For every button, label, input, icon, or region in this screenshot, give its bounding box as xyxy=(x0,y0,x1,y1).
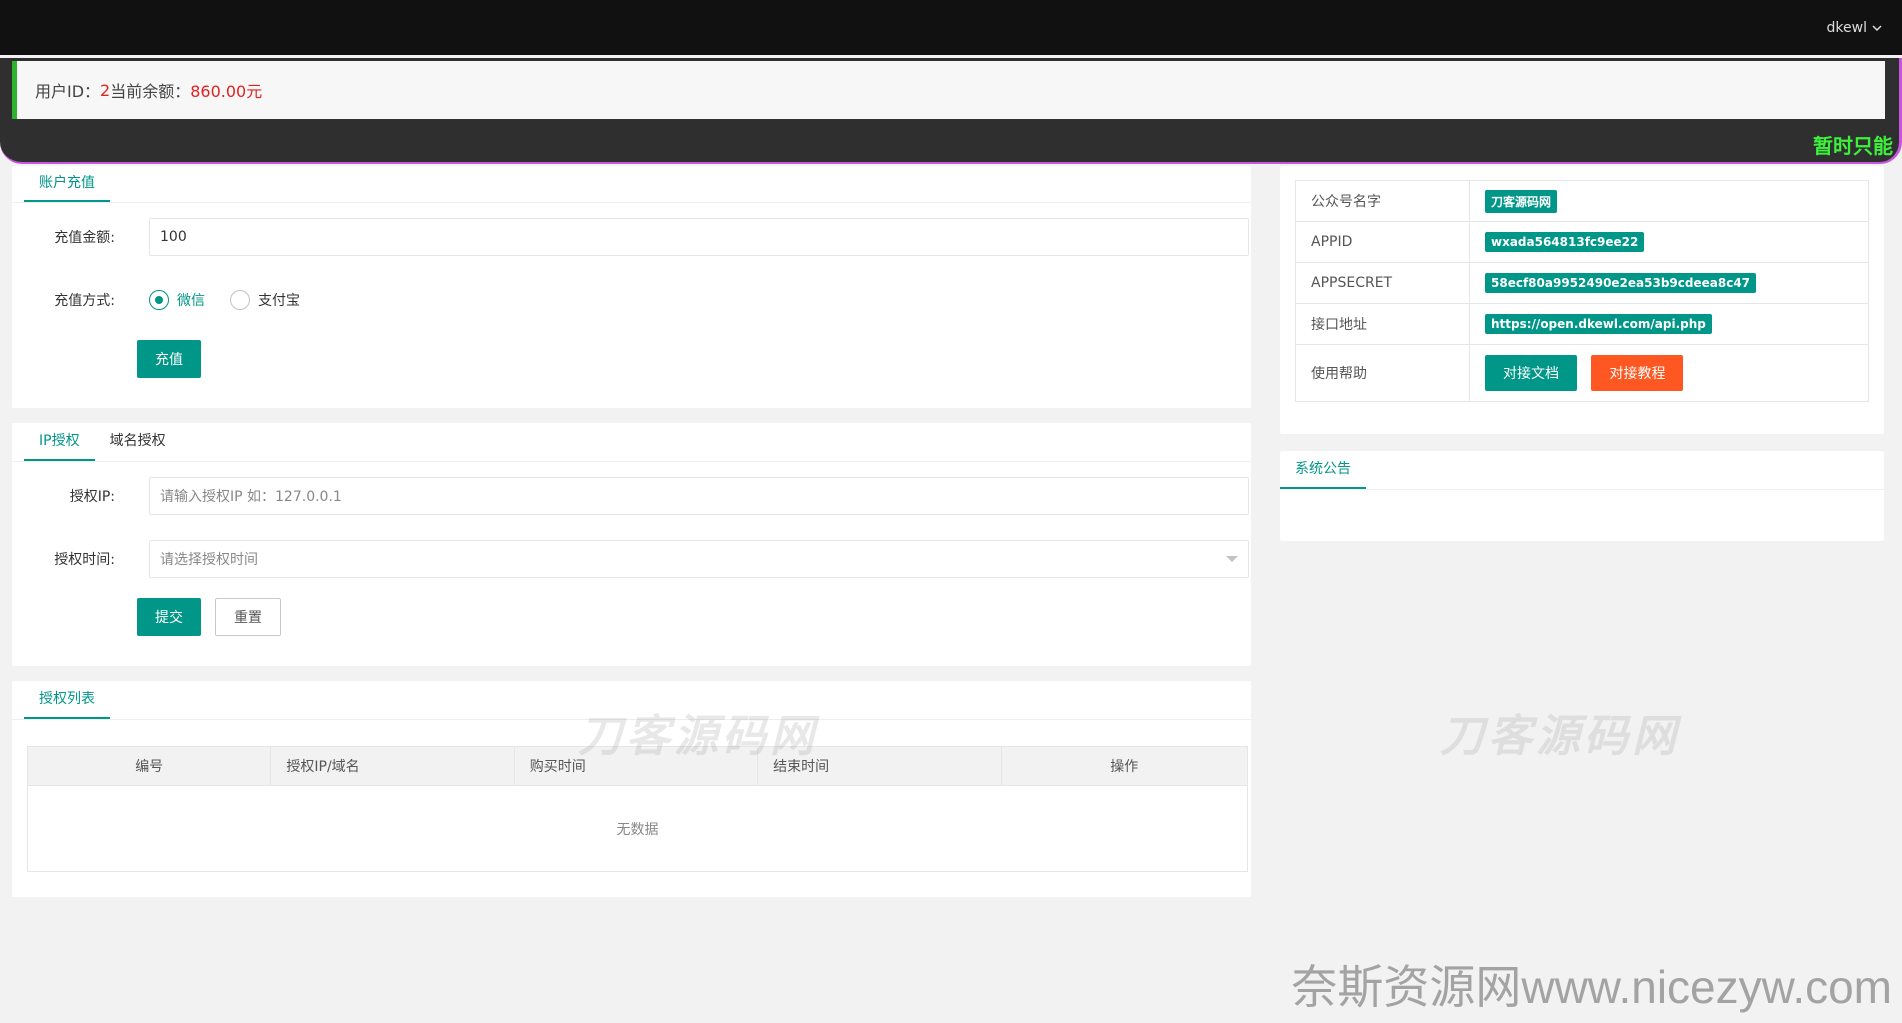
chevron-down-icon xyxy=(1872,24,1882,31)
recharge-card: 账户充值 充值金额: 100 充值方式: 微信 支付宝 充值 xyxy=(12,166,1251,408)
info-key: APPID xyxy=(1295,221,1470,263)
marquee-notice: 暂时只能 xyxy=(1813,134,1893,158)
tab-auth-list[interactable]: 授权列表 xyxy=(24,680,110,719)
info-value-tag: https://open.dkewl.com/api.php xyxy=(1485,314,1712,334)
watermark-bottom: 奈斯资源网www.nicezyw.com xyxy=(1291,961,1892,1013)
balance-label: 当前余额： xyxy=(110,82,191,101)
auth-list-table: 编号 授权IP/域名 购买时间 结束时间 操作 无数据 xyxy=(26,746,1249,872)
radio-alipay[interactable]: 支付宝 xyxy=(230,290,300,310)
info-key: 接口地址 xyxy=(1295,303,1470,345)
info-row: 公众号名字 刀客源码网 xyxy=(1295,180,1869,222)
tab-recharge[interactable]: 账户充值 xyxy=(24,165,110,202)
tab-domain-auth[interactable]: 域名授权 xyxy=(95,422,181,461)
recharge-tab-header: 账户充值 xyxy=(12,166,1251,203)
amount-input[interactable]: 100 xyxy=(149,218,1249,256)
user-info-bar: 用户ID： 2 当前余额： 860.00元 xyxy=(12,61,1885,119)
top-navbar: dkewl xyxy=(0,0,1902,55)
auth-actions: 提交 重置 xyxy=(137,598,281,636)
recharge-button[interactable]: 充值 xyxy=(137,340,201,378)
radio-wechat[interactable]: 微信 xyxy=(149,290,205,310)
amount-row: 充值金额: 100 xyxy=(12,218,1249,256)
amount-label: 充值金额: xyxy=(54,230,115,246)
info-value-cell: wxada564813fc9ee22 xyxy=(1469,221,1869,263)
radio-wechat-label: 微信 xyxy=(177,293,205,309)
info-key: APPSECRET xyxy=(1295,262,1470,304)
uid-value: 2 xyxy=(100,80,111,100)
time-select[interactable]: 请选择授权时间 xyxy=(149,540,1249,578)
info-value-tag: 58ecf80a9952490e2ea53b9cdeea8c47 xyxy=(1485,273,1757,293)
info-row: 接口地址 https://open.dkewl.com/api.php xyxy=(1295,303,1869,345)
col-actions: 操作 xyxy=(1000,746,1249,786)
col-ip-domain: 授权IP/域名 xyxy=(270,746,515,786)
watermark-left: 刀客源码网 xyxy=(578,711,818,762)
authorization-card: IP授权 域名授权 授权IP: 请输入授权IP 如：127.0.0.1 授权时间… xyxy=(12,423,1251,666)
balance-value: 860.00元 xyxy=(190,82,263,101)
uid-label: 用户ID： xyxy=(35,82,101,101)
info-row: APPSECRET 58ecf80a9952490e2ea53b9cdeea8c… xyxy=(1295,262,1869,304)
info-value-cell: 刀客源码网 xyxy=(1469,180,1869,222)
info-value-cell: https://open.dkewl.com/api.php xyxy=(1469,303,1869,345)
table-empty-row: 无数据 xyxy=(27,785,1248,872)
watermark-right: 刀客源码网 xyxy=(1440,711,1680,762)
method-label: 充值方式: xyxy=(54,293,115,309)
time-label: 授权时间: xyxy=(54,552,115,568)
info-row: APPID wxada564813fc9ee22 xyxy=(1295,221,1869,263)
user-menu[interactable]: dkewl xyxy=(1827,0,1882,55)
info-row-help: 使用帮助 对接文档 对接教程 xyxy=(1295,344,1869,402)
doc-button[interactable]: 对接文档 xyxy=(1485,355,1577,391)
method-row: 充值方式: 微信 支付宝 xyxy=(12,281,325,319)
info-key: 使用帮助 xyxy=(1295,344,1470,402)
notice-area: 用户ID： 2 当前余额： 860.00元 暂时只能 xyxy=(0,58,1902,164)
recharge-actions: 充值 xyxy=(137,340,201,378)
username: dkewl xyxy=(1826,19,1867,36)
time-select-placeholder: 请选择授权时间 xyxy=(160,552,258,568)
help-buttons-cell: 对接文档 对接教程 xyxy=(1469,344,1869,402)
radio-circle xyxy=(230,290,250,310)
time-row: 授权时间: 请选择授权时间 xyxy=(12,540,1249,578)
empty-text: 无数据 xyxy=(27,785,1248,872)
dropdown-arrow-icon xyxy=(1226,556,1238,562)
ip-row: 授权IP: 请输入授权IP 如：127.0.0.1 xyxy=(12,477,1249,515)
tab-ip-auth[interactable]: IP授权 xyxy=(24,422,95,461)
ip-label: 授权IP: xyxy=(69,489,115,505)
col-id: 编号 xyxy=(26,746,272,786)
submit-button[interactable]: 提交 xyxy=(137,598,201,636)
announcement-tab-header: 系统公告 xyxy=(1280,451,1884,490)
info-value-tag: 刀客源码网 xyxy=(1485,189,1558,213)
api-info-card: 公众号名字 刀客源码网 APPID wxada564813fc9ee22 APP… xyxy=(1280,166,1884,434)
info-value-cell: 58ecf80a9952490e2ea53b9cdeea8c47 xyxy=(1469,262,1869,304)
ip-input[interactable]: 请输入授权IP 如：127.0.0.1 xyxy=(149,477,1249,515)
info-key: 公众号名字 xyxy=(1295,180,1470,222)
radio-alipay-label: 支付宝 xyxy=(258,293,300,309)
announcement-card: 系统公告 xyxy=(1280,451,1884,541)
auth-tab-header: IP授权 域名授权 xyxy=(12,423,1251,462)
info-value-tag: wxada564813fc9ee22 xyxy=(1485,232,1645,252)
tutorial-button[interactable]: 对接教程 xyxy=(1591,355,1684,391)
api-info-table: 公众号名字 刀客源码网 APPID wxada564813fc9ee22 APP… xyxy=(1295,180,1869,402)
reset-button[interactable]: 重置 xyxy=(215,598,281,636)
radio-circle-checked xyxy=(149,290,169,310)
tab-announcement[interactable]: 系统公告 xyxy=(1280,450,1366,489)
